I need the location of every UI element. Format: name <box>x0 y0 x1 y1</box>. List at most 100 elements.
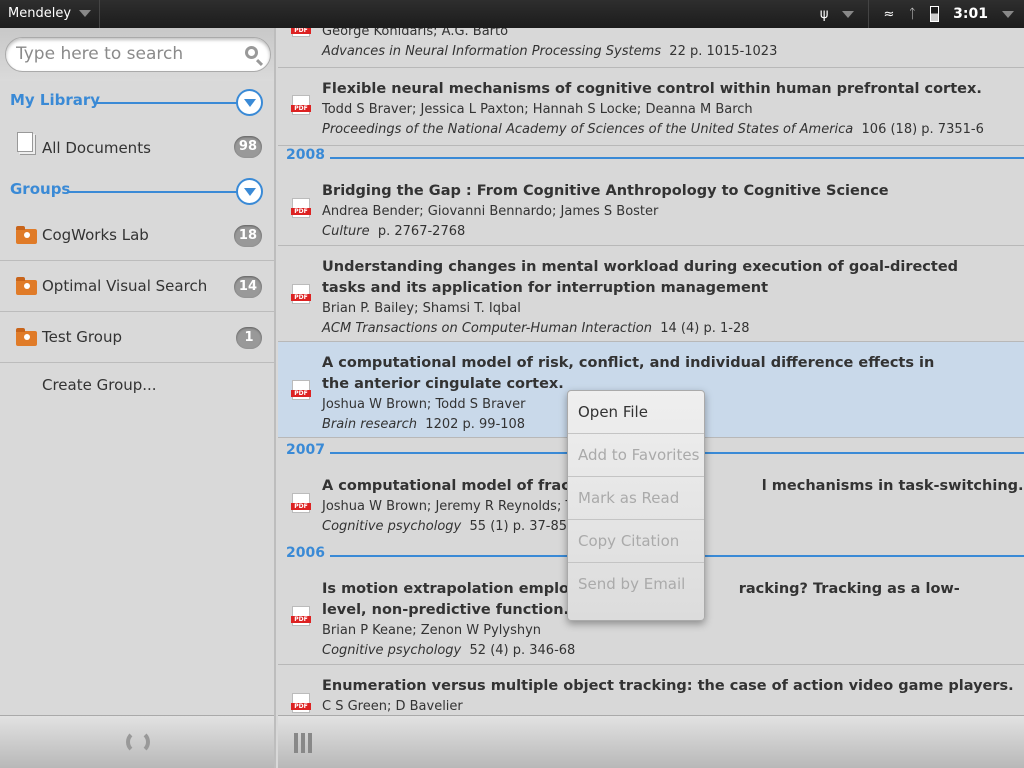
menu-item-open-file[interactable]: Open File <box>568 391 704 434</box>
journal-details: 55 (1) p. 37-85 <box>469 519 568 534</box>
search-box[interactable] <box>5 37 271 72</box>
create-group-button[interactable]: Create Group... <box>0 363 274 413</box>
journal-name: Brain research <box>322 417 418 432</box>
sidebar-item-group[interactable]: CogWorks Lab 18 <box>0 211 274 261</box>
status-bar: Mendeley ψ ≈ ᛏ 3:01 <box>0 0 1024 28</box>
count-badge: 14 <box>233 276 262 298</box>
sync-icon[interactable] <box>126 730 150 754</box>
document-row[interactable]: PDF Understanding changes in mental work… <box>278 246 1024 342</box>
pdf-icon: PDF <box>291 380 311 400</box>
sidebar-item-label: Test Group <box>42 328 122 346</box>
document-journal: ACM Transactions on Computer-Human Inter… <box>322 319 994 339</box>
pdf-icon: PDF <box>291 28 311 37</box>
document-row[interactable]: PDF Flexible neural mechanisms of cognit… <box>278 68 1024 146</box>
collapse-my-library-button[interactable] <box>236 89 263 116</box>
pdf-icon: PDF <box>291 693 311 713</box>
document-row[interactable]: PDF Enumeration versus multiple object t… <box>278 665 1024 715</box>
journal-details: 22 p. 1015-1023 <box>669 44 778 59</box>
document-title: A computational model of risk, conflict,… <box>322 355 935 392</box>
journal-details: 14 (4) p. 1-28 <box>660 321 750 336</box>
menu-item-add-to-favorites[interactable]: Add to Favorites <box>568 434 704 477</box>
battery-icon <box>930 6 940 22</box>
document-authors: George Konidaris; A.G. Barto <box>322 28 509 39</box>
sidebar-item-all-documents[interactable]: All Documents 98 <box>0 122 274 172</box>
journal-details: 1202 p. 99-108 <box>425 417 526 432</box>
document-authors: Todd S Braver; Jessica L Paxton; Hannah … <box>322 102 753 117</box>
document-authors: C S Green; D Bavelier <box>322 699 463 714</box>
document-journal: Proceedings of the National Academy of S… <box>322 120 1024 140</box>
document-journal: Culture p. 2767-2768 <box>322 222 1024 242</box>
year-label: 2006 <box>286 545 325 561</box>
menu-item-send-by-email[interactable]: Send by Email <box>568 563 704 606</box>
sidebar-item-group[interactable]: Optimal Visual Search 14 <box>0 262 274 312</box>
groups-label: Groups <box>10 180 71 198</box>
group-folder-icon <box>16 226 37 244</box>
pdf-icon: PDF <box>291 198 311 218</box>
app-name: Mendeley <box>8 6 72 21</box>
system-tray[interactable]: ψ ≈ ᛏ 3:01 <box>820 0 1024 28</box>
collapse-groups-button[interactable] <box>236 178 263 205</box>
context-menu: Open File Add to Favorites Mark as Read … <box>567 390 705 621</box>
my-library-header: My Library <box>10 89 276 116</box>
sidebar-toolbar <box>0 715 274 768</box>
sidebar: My Library All Documents 98 Groups CogWo… <box>0 28 276 768</box>
count-badge: 1 <box>236 327 262 349</box>
drag-handle-icon[interactable] <box>294 733 312 753</box>
document-journal: Advances in Neural Information Processin… <box>322 42 1024 62</box>
journal-details: 52 (4) p. 346-68 <box>469 643 576 658</box>
journal-name: Culture <box>322 224 370 239</box>
wifi-icon: ≈ <box>883 6 895 22</box>
pdf-icon: PDF <box>291 284 311 304</box>
divider <box>68 191 238 193</box>
journal-name: Proceedings of the National Academy of S… <box>322 122 854 137</box>
title-fragment: Is motion extrapolation employed <box>322 581 599 597</box>
sidebar-item-label: CogWorks Lab <box>42 226 149 244</box>
main-toolbar <box>278 715 1024 768</box>
search-input[interactable] <box>16 44 236 64</box>
document-authors: Brian P. Bailey; Shamsi T. Iqbal <box>322 301 521 316</box>
bluetooth-icon: ᛏ <box>908 6 917 22</box>
document-journal: Cognitive psychology 52 (4) p. 346-68 <box>322 641 1024 661</box>
pdf-icon: PDF <box>291 95 311 115</box>
journal-details: p. 2767-2768 <box>377 224 466 239</box>
menu-item-copy-citation[interactable]: Copy Citation <box>568 520 704 563</box>
year-label: 2007 <box>286 442 325 458</box>
usb-icon: ψ <box>819 6 829 22</box>
pdf-icon: PDF <box>291 493 311 513</box>
document-title: Enumeration versus multiple object track… <box>322 678 1014 694</box>
divider <box>96 102 238 104</box>
count-badge: 98 <box>233 136 262 158</box>
pdf-icon: PDF <box>291 606 311 626</box>
document-authors: Andrea Bender; Giovanni Bennardo; James … <box>322 204 659 219</box>
year-header: 2008 <box>286 147 1024 167</box>
my-library-label: My Library <box>10 91 101 109</box>
document-title: Flexible neural mechanisms of cognitive … <box>322 81 982 97</box>
documents-icon <box>17 132 33 152</box>
chevron-down-icon <box>842 10 855 18</box>
document-title: Bridging the Gap : From Cognitive Anthro… <box>322 183 889 199</box>
journal-details: 106 (18) p. 7351-6 <box>861 122 984 137</box>
menu-item-mark-as-read[interactable]: Mark as Read <box>568 477 704 520</box>
group-folder-icon <box>16 277 37 295</box>
divider <box>330 157 1024 159</box>
count-badge: 18 <box>233 225 262 247</box>
chevron-down-icon <box>1002 10 1014 18</box>
sidebar-item-label: All Documents <box>42 139 151 157</box>
search-icon[interactable] <box>245 46 258 59</box>
title-fragment: l mechanisms in task-switching. <box>761 478 1024 494</box>
document-title: Understanding changes in mental workload… <box>322 259 959 296</box>
divider <box>868 0 870 28</box>
year-label: 2008 <box>286 147 325 163</box>
search-bar <box>0 28 274 81</box>
journal-name: ACM Transactions on Computer-Human Inter… <box>322 321 652 336</box>
document-row[interactable]: PDF Bridging the Gap : From Cognitive An… <box>278 170 1024 246</box>
group-folder-icon <box>16 328 37 346</box>
create-group-label: Create Group... <box>42 376 157 394</box>
document-row[interactable]: PDF George Konidaris; A.G. Barto Advance… <box>278 28 1024 68</box>
journal-name: Advances in Neural Information Processin… <box>322 44 662 59</box>
chevron-down-icon <box>79 10 92 17</box>
app-menu[interactable]: Mendeley <box>0 0 100 28</box>
journal-name: Cognitive psychology <box>322 519 462 534</box>
sidebar-item-group[interactable]: Test Group 1 <box>0 313 274 363</box>
document-authors: Brian P Keane; Zenon W Pylyshyn <box>322 623 542 638</box>
